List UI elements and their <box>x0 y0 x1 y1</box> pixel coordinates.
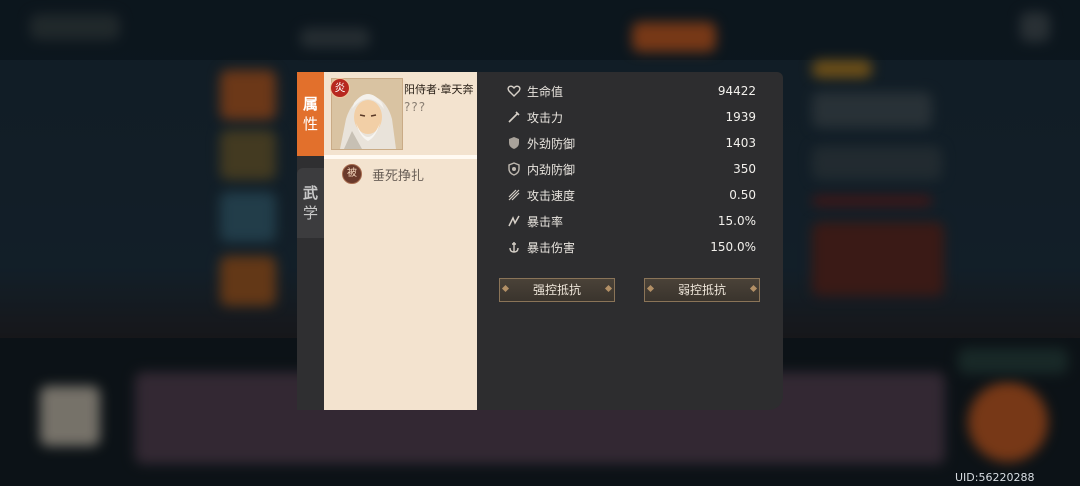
anchor-icon <box>507 240 521 254</box>
hero-name: 阳侍者·章天奔 <box>404 83 474 96</box>
stat-value: 1403 <box>725 136 756 150</box>
stat-row-inner-defense: 内劲防御 350 <box>477 158 783 180</box>
side-tabs: 属 性 武 学 <box>297 72 324 410</box>
stat-row-outer-defense: 外劲防御 1403 <box>477 132 783 154</box>
tab-martial-arts-char2: 学 <box>302 204 318 222</box>
stat-value: 1939 <box>725 110 756 124</box>
stat-row-hp: 生命值 94422 <box>477 80 783 102</box>
weak-control-resist-button[interactable]: 弱控抵抗 <box>644 278 760 302</box>
stat-label: 暴击率 <box>527 214 564 229</box>
hero-divider <box>324 155 477 159</box>
strong-control-resist-button[interactable]: 强控抵抗 <box>499 278 615 302</box>
stat-label: 暴击伤害 <box>527 240 576 255</box>
sword-icon <box>507 110 521 124</box>
hero-detail-modal: 属 性 武 学 炎 阳侍者·章天奔 ??? 被 垂死挣扎 生命值 94422 攻… <box>297 72 783 410</box>
stat-row-crit-rate: 暴击率 15.0% <box>477 210 783 232</box>
stat-value: 94422 <box>717 84 756 98</box>
stat-label: 攻击速度 <box>527 188 576 203</box>
stat-row-crit-damage: 暴击伤害 150.0% <box>477 236 783 258</box>
passive-skill-item[interactable]: 被 垂死挣扎 <box>342 164 424 184</box>
stat-label: 内劲防御 <box>527 162 576 177</box>
stat-value: 15.0% <box>717 214 756 228</box>
stat-value: 150.0% <box>710 240 756 254</box>
inner-shield-icon <box>507 162 521 176</box>
speed-icon <box>507 188 521 202</box>
heart-icon <box>507 84 521 98</box>
tab-martial-arts-char1: 武 <box>302 184 318 202</box>
hero-info-pane: 炎 阳侍者·章天奔 ??? 被 垂死挣扎 <box>324 72 477 410</box>
stat-label: 生命值 <box>527 84 564 99</box>
stat-value: 0.50 <box>729 188 756 202</box>
tab-attributes-char2: 性 <box>302 115 318 133</box>
stat-label: 攻击力 <box>527 110 564 125</box>
tab-attributes-char1: 属 <box>302 95 318 113</box>
tab-attributes[interactable]: 属 性 <box>297 72 324 156</box>
stat-value: 350 <box>733 162 756 176</box>
stat-row-attack: 攻击力 1939 <box>477 106 783 128</box>
user-id-label: UID:56220288 <box>955 471 1035 484</box>
hero-subtitle: ??? <box>404 100 427 114</box>
passive-skill-name: 垂死挣扎 <box>372 168 425 184</box>
stat-label: 外劲防御 <box>527 136 576 151</box>
fire-element-badge: 炎 <box>330 78 350 98</box>
shield-icon <box>507 136 521 150</box>
passive-skill-icon: 被 <box>342 164 362 184</box>
stats-pane: 生命值 94422 攻击力 1939 外劲防御 1403 内劲防御 350 攻击… <box>477 72 783 410</box>
stat-row-attack-speed: 攻击速度 0.50 <box>477 184 783 206</box>
crit-icon <box>507 214 521 228</box>
tab-martial-arts[interactable]: 武 学 <box>297 168 324 238</box>
